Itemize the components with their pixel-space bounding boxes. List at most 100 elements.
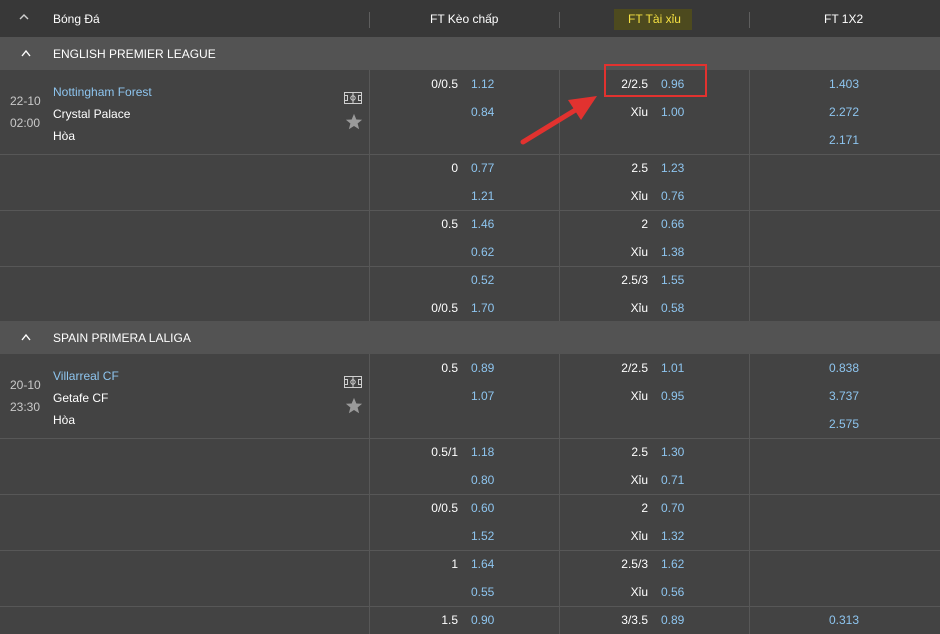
handicap-line: 0.5: [441, 217, 458, 231]
divider: [369, 12, 370, 28]
overunder-odds[interactable]: 1.01: [661, 361, 684, 375]
match-time: 02:00: [10, 116, 41, 130]
star-icon[interactable]: [345, 397, 363, 415]
overunder-odds[interactable]: 0.71: [661, 473, 684, 487]
overunder-odds[interactable]: 0.89: [661, 613, 684, 627]
header-1x2[interactable]: FT 1X2: [824, 12, 863, 26]
handicap-line: 1.5: [441, 613, 458, 627]
handicap-odds[interactable]: 0.55: [471, 585, 494, 599]
overunder-odds[interactable]: 1.30: [661, 445, 684, 459]
overunder-line: 3/3.5: [621, 613, 648, 627]
row-divider: [0, 494, 940, 495]
overunder-odds[interactable]: 0.58: [661, 301, 684, 315]
handicap-odds[interactable]: 0.60: [471, 501, 494, 515]
header-overunder[interactable]: FT Tài xỉu: [628, 12, 681, 26]
handicap-odds[interactable]: 1.12: [471, 77, 494, 91]
handicap-odds[interactable]: 1.70: [471, 301, 494, 315]
overunder-line: Xỉu: [630, 301, 648, 315]
handicap-odds[interactable]: 0.62: [471, 245, 494, 259]
overunder-line: Xỉu: [630, 585, 648, 599]
overunder-odds[interactable]: 1.32: [661, 529, 684, 543]
match-date: 22-10: [10, 94, 41, 108]
x12-odds[interactable]: 0.838: [829, 361, 859, 375]
overunder-line: Xỉu: [630, 473, 648, 487]
x12-odds[interactable]: 1.403: [829, 77, 859, 91]
handicap-odds[interactable]: 1.46: [471, 217, 494, 231]
overunder-odds[interactable]: 1.38: [661, 245, 684, 259]
x12-odds[interactable]: 2.272: [829, 105, 859, 119]
overunder-line: 2.5/3: [621, 273, 648, 287]
handicap-odds[interactable]: 0.90: [471, 613, 494, 627]
x12-odds[interactable]: 2.575: [829, 417, 859, 431]
row-divider: [0, 606, 940, 607]
handicap-odds[interactable]: 0.80: [471, 473, 494, 487]
chevron-up-icon[interactable]: [21, 49, 31, 57]
star-icon[interactable]: [345, 113, 363, 131]
x12-odds[interactable]: 0.313: [829, 613, 859, 627]
row-divider: [0, 210, 940, 211]
handicap-odds[interactable]: 1.64: [471, 557, 494, 571]
table-header: Bóng Đá FT Kèo chấp FT Tài xỉu FT 1X2: [0, 0, 940, 37]
handicap-odds[interactable]: 1.18: [471, 445, 494, 459]
column-divider: [749, 70, 750, 322]
league-name: ENGLISH PREMIER LEAGUE: [53, 47, 216, 61]
x12-odds[interactable]: 2.171: [829, 133, 859, 147]
handicap-line: 0.5/1: [431, 445, 458, 459]
draw-label: Hòa: [53, 413, 76, 427]
row-divider: [0, 154, 940, 155]
handicap-odds[interactable]: 1.07: [471, 389, 494, 403]
x12-odds[interactable]: 3.737: [829, 389, 859, 403]
overunder-line: Xỉu: [630, 529, 648, 543]
home-team[interactable]: Nottingham Forest: [53, 85, 152, 99]
divider: [749, 12, 750, 28]
overunder-odds[interactable]: 0.95: [661, 389, 684, 403]
overunder-line: 2: [641, 501, 648, 515]
overunder-odds[interactable]: 0.56: [661, 585, 684, 599]
home-team[interactable]: Villarreal CF: [53, 369, 119, 383]
row-divider: [0, 266, 940, 267]
column-divider: [369, 70, 370, 322]
row-divider: [0, 438, 940, 439]
match-block: [0, 70, 940, 322]
header-handicap[interactable]: FT Kèo chấp: [430, 12, 498, 26]
overunder-line: 2: [641, 217, 648, 231]
handicap-odds[interactable]: 1.52: [471, 529, 494, 543]
chevron-up-icon[interactable]: [19, 12, 29, 22]
overunder-line: Xỉu: [630, 189, 648, 203]
handicap-line: 0/0.5: [431, 77, 458, 91]
overunder-line: Xỉu: [630, 105, 648, 119]
draw-label: Hòa: [53, 129, 76, 143]
handicap-line: 1: [451, 557, 458, 571]
overunder-odds[interactable]: 1.23: [661, 161, 684, 175]
overunder-line: 2.5/3: [621, 557, 648, 571]
overunder-line: Xỉu: [630, 245, 648, 259]
chevron-up-icon[interactable]: [21, 333, 31, 341]
pitch-icon[interactable]: [344, 92, 362, 104]
match-time: 23:30: [10, 400, 41, 414]
handicap-odds[interactable]: 0.77: [471, 161, 494, 175]
overunder-odds[interactable]: 0.66: [661, 217, 684, 231]
away-team[interactable]: Getafe CF: [53, 391, 108, 405]
overunder-odds[interactable]: 0.76: [661, 189, 684, 203]
pitch-icon[interactable]: [344, 376, 362, 388]
overunder-line: 2/2.5: [621, 361, 648, 375]
header-sport: Bóng Đá: [53, 12, 100, 26]
arrow-icon: [520, 96, 597, 145]
overunder-odds[interactable]: 0.70: [661, 501, 684, 515]
league-header[interactable]: SPAIN PRIMERA LALIGA: [0, 321, 940, 354]
overunder-odds[interactable]: 1.62: [661, 557, 684, 571]
overunder-odds[interactable]: 1.55: [661, 273, 684, 287]
handicap-line: 0/0.5: [431, 301, 458, 315]
handicap-line: 0.5: [441, 361, 458, 375]
away-team[interactable]: Crystal Palace: [53, 107, 130, 121]
handicap-odds[interactable]: 0.52: [471, 273, 494, 287]
overunder-odds[interactable]: 1.00: [661, 105, 684, 119]
overunder-line: 2.5: [631, 445, 648, 459]
handicap-line: 0/0.5: [431, 501, 458, 515]
handicap-odds[interactable]: 0.89: [471, 361, 494, 375]
handicap-odds[interactable]: 1.21: [471, 189, 494, 203]
highlight-callout: [604, 64, 707, 97]
league-header[interactable]: ENGLISH PREMIER LEAGUE: [0, 37, 940, 70]
handicap-odds[interactable]: 0.84: [471, 105, 494, 119]
match-date: 20-10: [10, 378, 41, 392]
